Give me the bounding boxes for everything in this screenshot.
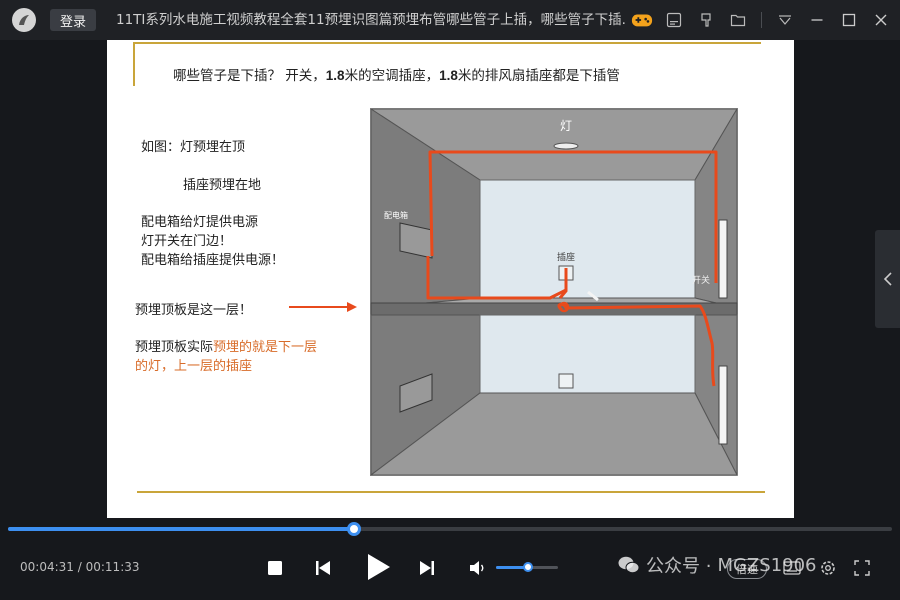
settings-button[interactable] xyxy=(818,558,838,578)
gamepad-icon[interactable] xyxy=(631,9,653,31)
app-logo-icon xyxy=(12,8,36,32)
slide-top-rule xyxy=(133,42,761,44)
seek-bar-handle[interactable] xyxy=(346,522,361,536)
diagram-label-light: 灯 xyxy=(560,119,572,133)
seek-bar[interactable] xyxy=(8,522,892,536)
watermark-id: MGZS1906 xyxy=(717,554,817,576)
note-switch: 灯开关在门边！ xyxy=(141,234,233,249)
slab-arrow-icon xyxy=(289,302,357,312)
current-time: 00:04:31 xyxy=(20,560,74,574)
seek-bar-played xyxy=(8,527,354,531)
previous-icon xyxy=(316,561,330,575)
chevron-left-icon xyxy=(883,272,892,286)
diagram-label-panel: 配电箱 xyxy=(384,210,408,220)
slide-bottom-rule xyxy=(137,491,765,493)
dropdown-icon[interactable] xyxy=(774,9,796,31)
next-icon xyxy=(420,561,434,575)
note-panel-light: 配电箱给灯提供电源 xyxy=(141,215,259,230)
subtitle-icon[interactable] xyxy=(663,9,685,31)
fullscreen-button[interactable] xyxy=(852,558,872,578)
slide-left-rule xyxy=(133,42,135,86)
titlebar-controls xyxy=(631,6,892,34)
next-button[interactable] xyxy=(416,557,438,579)
stop-button[interactable] xyxy=(264,557,286,579)
titlebar-separator xyxy=(761,12,762,28)
note-panel-socket: 配电箱给插座提供电源！ xyxy=(141,253,285,268)
title-bar: 登录 11TI系列水电施工视频教程全套11预埋识图篇预埋布管哪些管子上插，哪些管… xyxy=(0,0,900,40)
speaker-icon xyxy=(470,561,484,575)
login-button[interactable]: 登录 xyxy=(50,9,96,31)
time-separator: / xyxy=(77,560,82,574)
close-icon[interactable] xyxy=(870,9,892,31)
note-slab-detail-2: 的灯，上一层的插座 xyxy=(135,359,253,374)
gear-icon xyxy=(821,561,835,575)
window-title: 11TI系列水电施工视频教程全套11预埋识图篇预埋布管哪些管子上插，哪些管子下插… xyxy=(116,12,626,28)
note-slab-detail: 预埋顶板实际预埋的就是下一层 xyxy=(135,340,318,355)
video-frame[interactable]: 哪些管子是下插？ 开关，1.8米的空调插座，1.8米的排风扇插座都是下插管 如图… xyxy=(107,40,794,518)
play-icon xyxy=(368,554,390,580)
note-socket: 插座预埋在地 xyxy=(183,178,262,193)
diagram-label-switch: 开关 xyxy=(692,274,710,286)
minimize-icon[interactable] xyxy=(806,9,828,31)
note-slab: 预埋顶板是这一层！ xyxy=(135,303,253,318)
diagram-label-socket: 插座 xyxy=(557,251,575,263)
wechat-icon xyxy=(618,556,640,574)
maximize-icon[interactable] xyxy=(838,9,860,31)
watermark-prefix: 公众号 · xyxy=(646,556,712,577)
room-diagram: 灯 配电箱 插座 开关 xyxy=(370,108,738,476)
note-light: 如图：灯预埋在顶 xyxy=(141,140,246,155)
play-button[interactable] xyxy=(362,550,396,584)
slide-heading: 哪些管子是下插？ 开关，1.8米的空调插座，1.8米的排风扇插座都是下插管 xyxy=(173,68,620,84)
folder-icon[interactable] xyxy=(727,9,749,31)
previous-button[interactable] xyxy=(312,557,334,579)
total-time: 00:11:33 xyxy=(85,560,140,574)
volume-handle[interactable] xyxy=(523,562,534,572)
pin-icon[interactable] xyxy=(695,9,717,31)
stop-icon xyxy=(268,561,282,575)
time-display: 00:04:31 / 00:11:33 xyxy=(20,560,140,574)
volume-slider[interactable] xyxy=(496,562,558,572)
side-panel-toggle[interactable] xyxy=(875,230,900,328)
volume-button[interactable] xyxy=(468,558,488,578)
watermark: 公众号 · MGZS1906 xyxy=(618,552,817,578)
fullscreen-icon xyxy=(854,560,870,576)
